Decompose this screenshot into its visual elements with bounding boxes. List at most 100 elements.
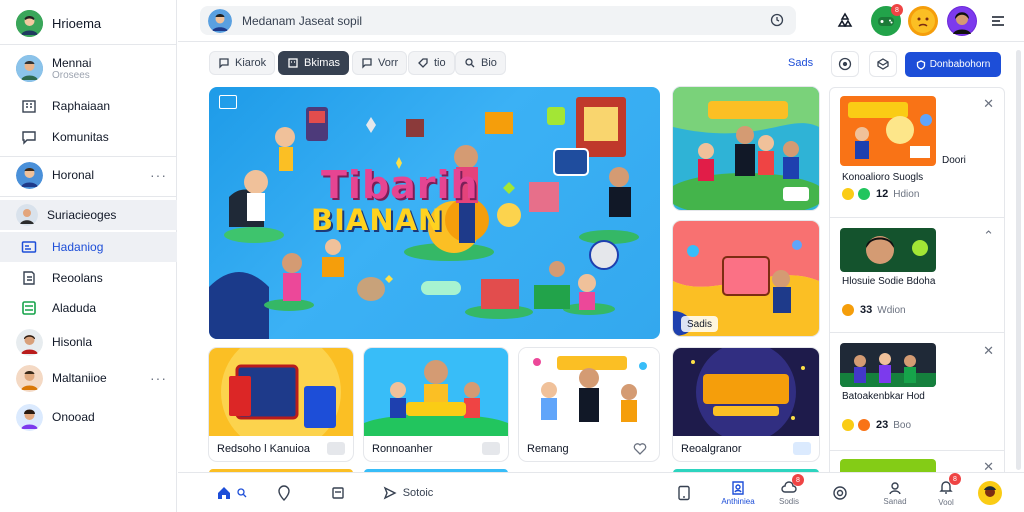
- content-card[interactable]: Redsoho l Kanuioa: [209, 348, 353, 461]
- close-icon[interactable]: ✕: [983, 96, 994, 112]
- filter-chip-bkimas[interactable]: Bkimas: [278, 51, 350, 75]
- search-bar[interactable]: [200, 6, 796, 35]
- cloud-icon-wrap: 8: [780, 474, 804, 496]
- bell-tab[interactable]: 8 Vool: [934, 473, 961, 512]
- home-tab[interactable]: [212, 473, 252, 512]
- sidebar-item-aladuda[interactable]: Aladuda: [0, 296, 177, 320]
- bell-icon-wrap: 8: [939, 473, 961, 497]
- building-icon: [288, 58, 298, 68]
- sidebar-item-reoolans[interactable]: Reoolans: [0, 266, 177, 290]
- sidebar-item-label: Suriacieoges: [47, 208, 117, 222]
- send-tab-label: Sotoic: [402, 487, 434, 499]
- content-card[interactable]: Reoalgranor: [673, 348, 819, 461]
- chat-icon: [219, 58, 229, 69]
- person-tab[interactable]: Sanad: [878, 473, 912, 512]
- more-icon[interactable]: ···: [150, 370, 167, 386]
- scrollbar[interactable]: [1016, 50, 1021, 470]
- menu-icon[interactable]: [983, 6, 1013, 36]
- avatar: [16, 161, 43, 189]
- list-thumbnail: [840, 228, 936, 272]
- sidebar-item-hadaniog[interactable]: Hadaniog: [0, 232, 177, 262]
- note-icon: [332, 487, 344, 499]
- sidebar-item-maltaniioe[interactable]: Maltaniioe ···: [0, 363, 177, 393]
- tablet-tab[interactable]: [674, 473, 694, 512]
- profile-avatar: [16, 9, 43, 37]
- book-icon: [20, 269, 38, 287]
- list-thumbnail: [840, 96, 936, 166]
- list-item-meta-text: Wdion: [877, 304, 906, 316]
- sads-link[interactable]: Sads: [788, 57, 813, 69]
- filter-chip-vorr[interactable]: Vorr: [352, 51, 408, 75]
- close-icon[interactable]: ✕: [983, 343, 994, 359]
- content-card[interactable]: [673, 87, 819, 210]
- search-avatar: [208, 8, 232, 33]
- list-item-meta-text: Hdion: [893, 188, 920, 200]
- list-item[interactable]: ⌃ Hlosuie Sodie Bdoha 33 Wdion: [830, 218, 1004, 333]
- search-icon: [237, 488, 247, 498]
- user-avatar[interactable]: [947, 6, 977, 36]
- target-tab[interactable]: [830, 473, 850, 512]
- avatar: [16, 403, 43, 431]
- search-input[interactable]: [242, 13, 722, 28]
- recycle-icon[interactable]: [830, 6, 860, 36]
- avatar: [858, 419, 870, 431]
- list-item-meta: 33 Wdion: [842, 304, 906, 316]
- profile-card-tab[interactable]: Anthiniea: [714, 473, 762, 512]
- avatar: [16, 328, 43, 356]
- content-card[interactable]: Sadis: [673, 221, 819, 336]
- hero-title: Tibarih: [321, 163, 479, 207]
- card-caption: Reoalgranor: [681, 443, 742, 455]
- sidebar-item-label: Aladuda: [52, 301, 97, 315]
- list-thumbnail: [840, 343, 936, 387]
- sidebar-item-raphaiaan[interactable]: Raphaiaan: [0, 94, 177, 118]
- target-button[interactable]: [831, 51, 859, 77]
- account-avatar[interactable]: [976, 473, 1004, 512]
- list-item-count: 33: [860, 304, 873, 316]
- sidebar-divider: [0, 156, 177, 157]
- shape-button[interactable]: [869, 51, 897, 77]
- filter-chip-kiarok[interactable]: Kiarok: [209, 51, 276, 75]
- emoji-icon[interactable]: [908, 6, 938, 36]
- sidebar-item-komunitas[interactable]: Komunitas: [0, 125, 177, 149]
- content-card[interactable]: Remang: [519, 348, 659, 461]
- sidebar: Hrioema Mennai Orosees Raphaiaan Komunit…: [0, 0, 177, 512]
- sidebar-item-mennai[interactable]: Mennai Orosees: [0, 52, 177, 84]
- person-icon: [889, 482, 901, 495]
- heart-icon[interactable]: [633, 442, 651, 455]
- hero-banner[interactable]: Tibarih BIANAN: [209, 87, 660, 339]
- emoji-icon: [842, 419, 854, 431]
- avatar: [16, 54, 43, 82]
- sidebar-item-onooad[interactable]: Onooad: [0, 402, 177, 432]
- expand-icon[interactable]: [219, 95, 237, 109]
- emoji-icon: [842, 188, 854, 200]
- filter-chip-bio[interactable]: Bio: [455, 51, 506, 75]
- sidebar-item-suriacieoges[interactable]: Suriacieoges: [0, 200, 177, 230]
- sidebar-item-sub: Orosees: [52, 69, 90, 81]
- chevron-up-icon[interactable]: ⌃: [983, 228, 994, 244]
- sidebar-profile[interactable]: Hrioema: [0, 8, 177, 38]
- cloud-tab[interactable]: 8 Sodis: [774, 473, 804, 512]
- shield-icon: [916, 59, 925, 70]
- list-item-meta: 12 Hdion: [842, 188, 919, 200]
- sidebar-item-label: Onooad: [52, 410, 95, 424]
- more-icon[interactable]: ···: [150, 167, 167, 183]
- sidebar-item-horonal[interactable]: Horonal ···: [0, 160, 177, 190]
- sidebar-item-hisonla[interactable]: Hisonla: [0, 327, 177, 357]
- filter-chip-tio[interactable]: tio: [408, 51, 455, 75]
- game-controller-icon[interactable]: 8: [871, 4, 903, 36]
- tab-label: Vool: [938, 498, 954, 507]
- pin-tab[interactable]: [274, 473, 294, 512]
- list-item[interactable]: ✕ Doori Konoalioro Suogls 12 Hdion: [830, 88, 1004, 218]
- emoji-icon: [842, 304, 854, 316]
- card-caption: Ronnoanher: [372, 443, 433, 455]
- clock-icon[interactable]: [770, 13, 784, 32]
- primary-action-button[interactable]: Donbabohorn: [905, 52, 1001, 77]
- note-tab[interactable]: [328, 473, 348, 512]
- filter-label: tio: [434, 57, 446, 69]
- list-item[interactable]: ✕ Batoakenbkar Hod 23 Boo: [830, 333, 1004, 451]
- content-card[interactable]: Ronnoanher: [364, 348, 508, 461]
- topbar: 8: [178, 0, 1024, 42]
- send-tab[interactable]: Sotoic: [378, 473, 438, 512]
- sidebar-item-label: Mennai: [52, 55, 92, 70]
- notification-badge: 8: [792, 474, 804, 486]
